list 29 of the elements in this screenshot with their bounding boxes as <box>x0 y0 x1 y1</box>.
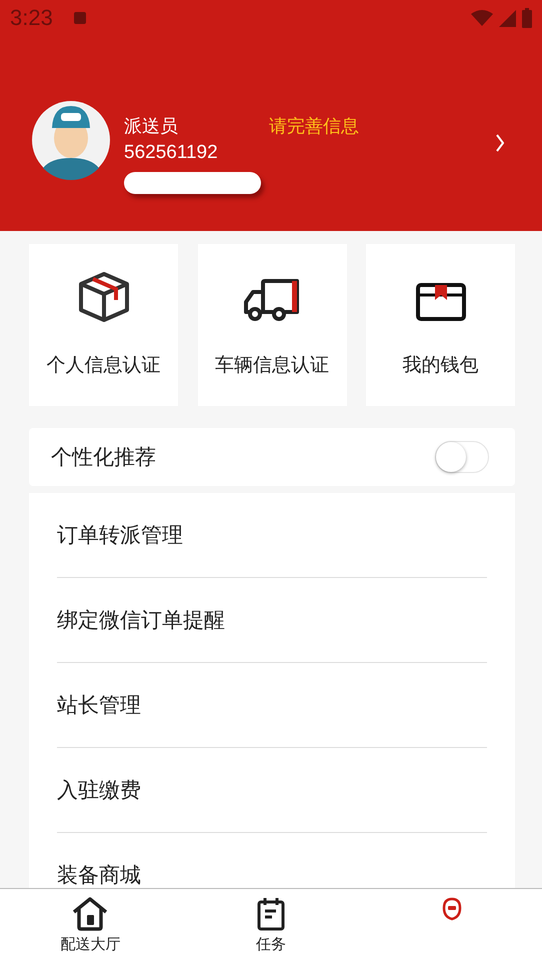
setting-label: 个性化推荐 <box>51 444 156 471</box>
menu-item[interactable]: 绑定微信订单提醒 <box>57 578 487 663</box>
chevron-right-icon[interactable] <box>496 134 504 152</box>
shortcut-card[interactable]: 车辆信息认证 <box>198 244 346 406</box>
shortcut-label: 车辆信息认证 <box>215 353 329 378</box>
nav-tab[interactable]: 任务 <box>180 889 362 965</box>
toggle-switch[interactable] <box>435 441 489 473</box>
role-label: 派送员 <box>124 115 179 138</box>
shortcut-label: 个人信息认证 <box>46 353 160 378</box>
menu-item[interactable]: 订单转派管理 <box>57 493 487 578</box>
shortcut-card[interactable]: 我的钱包 <box>366 244 515 406</box>
notification-icon <box>72 11 87 25</box>
complete-info-link[interactable]: 请完善信息 <box>269 114 359 138</box>
battery-icon <box>522 8 532 28</box>
shortcut-card[interactable]: 个人信息认证 <box>29 244 178 406</box>
signal-icon <box>499 10 516 26</box>
truck-icon <box>243 278 301 322</box>
nav-tab[interactable]: 配送大厅 <box>0 889 181 965</box>
menu-item[interactable]: 站长管理 <box>57 663 487 748</box>
account-number: 562561192 <box>124 142 219 164</box>
home-icon <box>71 897 110 931</box>
status-time: 3:23 <box>10 5 53 31</box>
profile-icon <box>442 897 462 921</box>
menu-item[interactable]: 入驻缴费 <box>57 748 487 833</box>
shortcut-label: 我的钱包 <box>402 353 478 378</box>
wifi-icon <box>471 10 493 26</box>
notepad-icon <box>257 897 285 931</box>
box-icon <box>78 272 130 322</box>
wallet-icon <box>416 282 466 322</box>
